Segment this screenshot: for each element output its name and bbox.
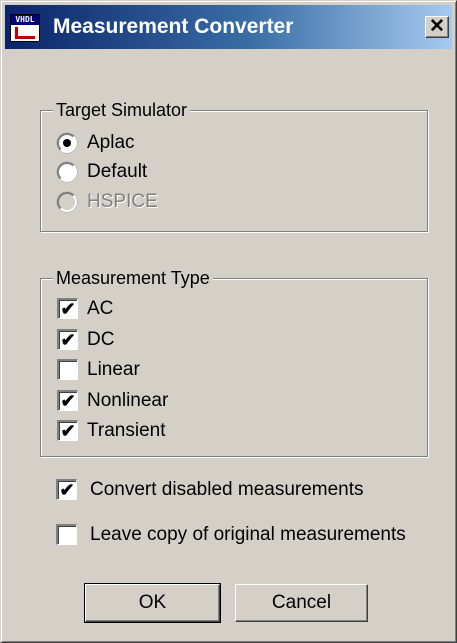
checkbox-dc[interactable]: ✔ DC xyxy=(57,328,257,352)
checkbox[interactable]: ✔ xyxy=(57,298,78,319)
radio-button-disabled xyxy=(57,192,77,212)
radio-label-default: Default xyxy=(87,161,148,182)
checkbox[interactable]: ✔ xyxy=(57,329,78,350)
checkbox-leave-copy[interactable]: Leave copy of original measurements xyxy=(56,523,446,547)
app-icon-glyph xyxy=(15,27,35,39)
close-button[interactable]: ✕ xyxy=(425,16,449,38)
radio-button[interactable] xyxy=(57,162,77,182)
checkbox[interactable] xyxy=(57,359,78,380)
checkbox-label-convert-disabled: Convert disabled measurements xyxy=(90,479,364,500)
checkbox-ac[interactable]: ✔ AC xyxy=(57,297,257,321)
checkbox-nonlinear[interactable]: ✔ Nonlinear xyxy=(57,389,257,413)
title-bar[interactable]: VHDL Measurement Converter ✕ xyxy=(5,5,452,49)
checkbox[interactable]: ✔ xyxy=(57,420,78,441)
checkbox-label-nonlinear: Nonlinear xyxy=(87,390,169,411)
radio-aplac[interactable]: Aplac xyxy=(57,131,257,155)
measurement-type-title: Measurement Type xyxy=(53,267,213,289)
checkbox-label-ac: AC xyxy=(87,298,114,319)
window-title: Measurement Converter xyxy=(53,15,294,38)
checkbox[interactable] xyxy=(56,524,77,545)
app-icon-label: VHDL xyxy=(11,15,39,25)
target-simulator-title: Target Simulator xyxy=(53,99,191,121)
app-icon[interactable]: VHDL xyxy=(10,14,40,42)
target-simulator-group: Target Simulator Aplac Default HSPICE xyxy=(40,99,428,232)
radio-button[interactable] xyxy=(57,133,77,153)
cancel-button[interactable]: Cancel xyxy=(235,584,368,622)
checkbox-linear[interactable]: Linear xyxy=(57,358,257,382)
measurement-type-group: Measurement Type ✔ AC ✔ DC Linear ✔ Nonl… xyxy=(40,267,428,457)
measurement-converter-dialog: VHDL Measurement Converter ✕ Target Simu… xyxy=(0,0,457,643)
checkbox[interactable]: ✔ xyxy=(56,479,77,500)
radio-selected-dot xyxy=(63,139,71,147)
checkbox-label-linear: Linear xyxy=(87,359,140,380)
checkbox[interactable]: ✔ xyxy=(57,390,78,411)
checkbox-transient[interactable]: ✔ Transient xyxy=(57,419,257,443)
checkbox-label-leave-copy: Leave copy of original measurements xyxy=(90,524,406,545)
checkbox-label-dc: DC xyxy=(87,329,115,350)
ok-button[interactable]: OK xyxy=(84,583,221,623)
checkbox-convert-disabled[interactable]: ✔ Convert disabled measurements xyxy=(56,478,436,502)
checkbox-label-transient: Transient xyxy=(87,420,166,441)
radio-hspice: HSPICE xyxy=(57,190,257,214)
radio-label-aplac: Aplac xyxy=(87,132,135,153)
radio-default[interactable]: Default xyxy=(57,160,257,184)
radio-label-hspice: HSPICE xyxy=(87,191,158,212)
